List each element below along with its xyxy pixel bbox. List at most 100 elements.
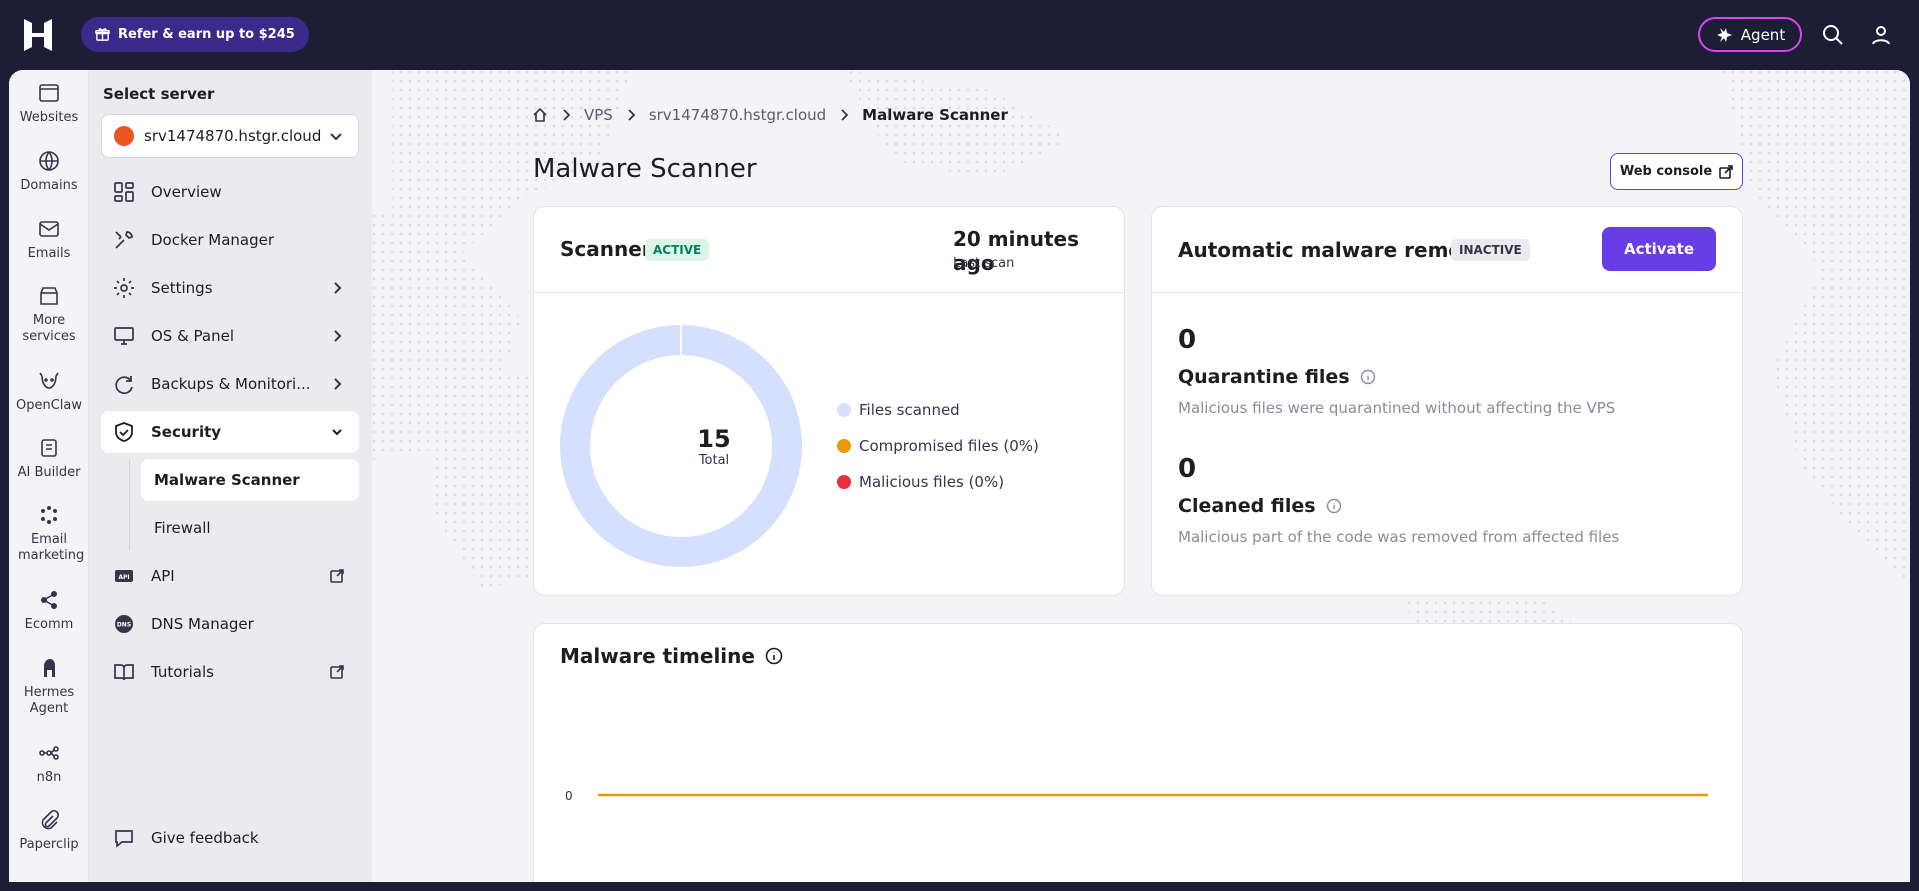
search-icon[interactable] — [1820, 22, 1846, 48]
activate-button[interactable]: Activate — [1602, 227, 1716, 271]
sparkle-icon — [1716, 27, 1732, 42]
monitor-icon — [114, 327, 134, 345]
rail-label: Paperclip — [19, 837, 79, 852]
rail-item-openclaw[interactable]: OpenClaw — [9, 370, 89, 414]
info-icon[interactable] — [1360, 369, 1376, 385]
nav-label: OS & Panel — [151, 327, 235, 345]
malware-timeline-card: Malware timeline 0 — [533, 623, 1743, 882]
quarantine-description: Malicious files were quarantined without… — [1178, 399, 1616, 417]
agent-button[interactable]: Agent — [1698, 17, 1802, 52]
refer-earn-button[interactable]: Refer & earn up to $245 — [81, 17, 309, 52]
breadcrumb-vps[interactable]: VPS — [584, 106, 613, 124]
rail-item-hermes-agent[interactable]: Hermes Agent — [9, 657, 89, 717]
status-badge: INACTIVE — [1451, 239, 1530, 261]
rail-item-paperclip[interactable]: Paperclip — [9, 809, 89, 853]
external-link-icon — [1719, 164, 1733, 179]
legend-files-scanned: Files scanned — [837, 401, 960, 419]
breadcrumb-server[interactable]: srv1474870.hstgr.cloud — [649, 106, 826, 124]
nav-label: Malware Scanner — [154, 471, 300, 489]
n8n-icon — [39, 746, 59, 760]
refresh-icon — [115, 376, 133, 395]
legend-label: Malicious files (0%) — [859, 473, 1005, 491]
nav-docker-manager[interactable]: Docker Manager — [101, 219, 359, 261]
chevron-right-icon — [334, 378, 342, 390]
timeline-title-text: Malware timeline — [560, 644, 755, 668]
home-icon[interactable] — [532, 107, 548, 123]
info-icon[interactable] — [1326, 498, 1342, 514]
nav-backups-monitoring[interactable]: Backups & Monitori... — [101, 363, 359, 405]
nav-label: DNS Manager — [151, 615, 254, 633]
chevron-right-icon — [563, 109, 571, 121]
nav-firewall[interactable]: Firewall — [141, 507, 359, 549]
hermes-icon — [44, 659, 55, 677]
select-server-label: Select server — [103, 85, 215, 103]
ubuntu-icon — [114, 126, 134, 146]
chevron-right-icon — [334, 282, 342, 294]
page-title: Malware Scanner — [533, 154, 757, 184]
nav-tutorials[interactable]: Tutorials — [101, 651, 359, 693]
nav-dns-manager[interactable]: DNS DNS Manager — [101, 603, 359, 645]
rail-label: OpenClaw — [15, 398, 82, 413]
legend-dot — [837, 439, 851, 453]
rail-label: Websites — [19, 110, 79, 125]
book-icon — [114, 664, 134, 681]
dns-icon: DNS — [115, 615, 133, 633]
donut-total-label: Total — [698, 453, 730, 468]
last-scan-label: Last scan — [953, 256, 1015, 271]
rail-item-emails[interactable]: Emails — [9, 218, 89, 262]
rail-item-websites[interactable]: Websites — [9, 82, 89, 126]
rail-item-n8n[interactable]: n8n — [9, 742, 89, 786]
rail-label: Email marketing — [18, 532, 85, 563]
timeline-title: Malware timeline — [560, 644, 783, 668]
external-link-icon — [330, 569, 344, 583]
nav-label: Security — [151, 423, 222, 441]
rail-item-more-services[interactable]: More services — [9, 285, 89, 345]
rail-item-ai-builder[interactable]: AI Builder — [9, 437, 89, 481]
globe-icon — [39, 151, 59, 171]
nav-api[interactable]: API API — [101, 555, 359, 597]
external-link-icon — [330, 665, 344, 679]
donut-total: 15 Total — [666, 425, 762, 468]
server-sidebar: Select server srv1474870.hstgr.cloud Ove… — [89, 70, 372, 882]
legend-label: Compromised files (0%) — [859, 437, 1039, 455]
web-console-button[interactable]: Web console — [1610, 153, 1743, 190]
nav-overview[interactable]: Overview — [101, 171, 359, 213]
cleaned-title-text: Cleaned files — [1178, 495, 1316, 517]
info-icon[interactable] — [765, 647, 783, 665]
nav-os-panel[interactable]: OS & Panel — [101, 315, 359, 357]
server-select[interactable]: srv1474870.hstgr.cloud — [101, 114, 359, 158]
timeline-chart — [598, 793, 1708, 797]
gift-icon — [95, 28, 110, 41]
rail-label: Hermes Agent — [23, 685, 75, 716]
ai-builder-icon — [41, 439, 57, 457]
svg-text:API: API — [118, 574, 129, 581]
top-bar: Refer & earn up to $245 Agent — [0, 0, 1919, 70]
rail-label: Emails — [27, 246, 71, 261]
left-rail: Websites Domains Emails More services Op… — [9, 70, 89, 882]
user-icon[interactable] — [1868, 22, 1894, 48]
nav-label: Settings — [151, 279, 213, 297]
legend-dot — [837, 475, 851, 489]
quarantine-title-text: Quarantine files — [1178, 366, 1350, 388]
donut-total-value: 15 — [697, 425, 731, 453]
main-frame: Websites Domains Emails More services Op… — [9, 70, 1910, 882]
nav-malware-scanner[interactable]: Malware Scanner — [141, 459, 359, 501]
rail-item-email-marketing[interactable]: Email marketing — [9, 504, 89, 564]
rail-label: AI Builder — [17, 465, 81, 480]
breadcrumb: VPS srv1474870.hstgr.cloud Malware Scann… — [532, 106, 1008, 124]
chevron-right-icon — [841, 109, 849, 121]
nav-label: Docker Manager — [151, 231, 275, 249]
give-feedback-button[interactable]: Give feedback — [101, 817, 359, 859]
nav-settings[interactable]: Settings — [101, 267, 359, 309]
nav-security[interactable]: Security — [101, 411, 359, 453]
y-axis-tick: 0 — [565, 789, 573, 803]
hostinger-logo[interactable] — [22, 18, 54, 52]
cleaned-title: Cleaned files — [1178, 495, 1342, 517]
nav-label: Give feedback — [151, 829, 259, 847]
rail-item-ecomm[interactable]: Ecomm — [9, 589, 89, 633]
legend-label: Files scanned — [859, 401, 960, 419]
rail-item-domains[interactable]: Domains — [9, 150, 89, 194]
rail-label: Ecomm — [24, 617, 74, 632]
quarantine-count: 0 — [1178, 325, 1197, 355]
server-name: srv1474870.hstgr.cloud — [144, 127, 322, 145]
